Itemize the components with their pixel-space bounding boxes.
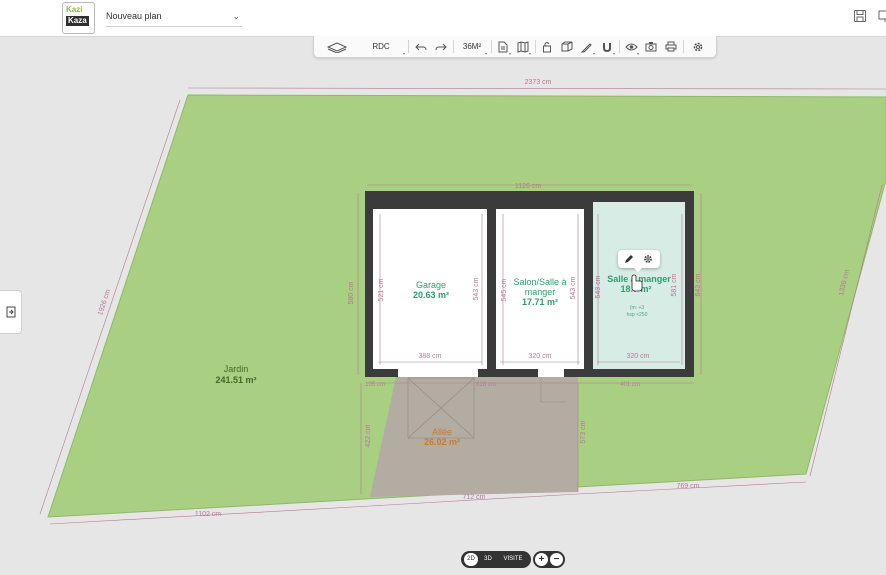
dim-house-bottom-mid: 618 cm [476,382,496,388]
map-button[interactable]: ▾ [514,36,532,57]
salle-extra-2: hsp <250 [627,312,648,318]
undo-icon [415,43,427,50]
save-icon[interactable] [853,9,867,23]
plan-canvas[interactable]: 2373 cm 1126 cm 1926 cm 1339 cm 580 cm 6… [0,0,886,575]
zoom-out-button[interactable]: − [550,553,563,566]
camera-icon [645,42,657,52]
gear-icon [644,255,652,263]
surface-label: 36M² [462,42,482,51]
cube-icon [561,41,573,51]
dim-terrain-bottom-mid: 712 cm [463,494,486,501]
measure-button[interactable]: ▾ [578,36,596,57]
surface-dropdown-icon: ▾ [484,51,487,56]
salle-extra-1: (m: +3 [630,305,645,311]
dim-terrain-left: 1926 cm [97,289,112,317]
toolbar-divider [453,40,454,53]
magnet-button[interactable]: ▾ [598,36,616,57]
chevron-down-icon: ⌄ [232,11,240,21]
print-icon [665,41,677,52]
pencil-icon [581,42,592,52]
map-icon [517,40,529,53]
jardin-name: Jardin [224,364,249,374]
entry-door-opening [538,369,564,377]
document-button[interactable]: ▾ [494,36,512,57]
garage-dim-h2: 543 cm [473,277,480,300]
eye-icon [624,43,638,50]
plan-toolbar: RDC ▾ 36M² ▾ ▾ ▾ ▾ ▾ ▾ [313,36,717,58]
plan-name-select[interactable]: Nouveau plan ⌄ [106,6,242,27]
surface-button[interactable]: 36M² ▾ [456,36,488,57]
salon-area: 17.71 m² [522,297,558,307]
logo-line1: Kazi [66,5,83,14]
print-button[interactable] [662,36,680,57]
toolbar-divider [683,40,684,53]
pencil-icon [625,255,633,263]
settings-button[interactable] [686,36,710,57]
salle-dim-h1: 543 cm [595,275,602,298]
garage-name: Garage [416,280,446,290]
salle-dim-width: 320 cm [627,353,650,360]
camera-button[interactable] [642,36,660,57]
zoom-in-button[interactable]: + [535,553,548,566]
logo-line2: Kaza [66,16,89,26]
dim-terrain-bottom-left: 1102 cm [195,511,221,518]
zoom-controls: + − [533,551,565,568]
room-context-popup [618,250,660,272]
undo-button[interactable] [412,36,430,57]
toolbar-divider [491,40,492,53]
dim-house-left: 580 cm [348,281,355,304]
view-3d-button[interactable]: 3D [481,553,495,566]
toolbar-divider [619,40,620,53]
document-icon [498,41,508,52]
top-bar: Kazi Kaza Nouveau plan ⌄ [0,0,886,37]
edit-room-button[interactable] [622,252,636,266]
dim-house-right: 643 cm [695,273,702,296]
level-select[interactable]: RDC ▾ [356,36,406,57]
salon-dim-h2: 543 cm [570,276,577,299]
room-settings-button[interactable] [641,252,655,266]
garage-dim-width: 388 cm [419,353,442,360]
panel-expand-icon [6,306,15,318]
redo-button[interactable] [432,36,450,57]
dim-allee-right: 573 cm [580,420,587,443]
allee-name: Allée [432,427,452,437]
redo-icon [435,43,447,50]
gear-icon [693,42,703,51]
lock-button[interactable] [538,36,556,57]
dim-terrain-top: 2373 cm [525,79,552,86]
salon-name-2: manger [525,287,556,297]
side-panel-toggle[interactable] [0,290,22,334]
dim-allee-left: 422 cm [365,424,372,447]
salle-dim-h2: 581 cm [671,273,678,296]
toolbar-divider [535,40,536,53]
salon-dim-h1: 545 cm [501,278,508,301]
app-logo[interactable]: Kazi Kaza [62,2,95,34]
level-label: RDC [372,42,390,51]
view-2d-button[interactable]: 2D [464,553,478,566]
view-visit-button[interactable]: VISITE [498,553,528,566]
garage-door-opening [398,369,478,377]
garage-dim-h1: 521 cm [378,278,385,301]
salon-dim-width: 320 cm [529,353,552,360]
magnet-icon [603,42,611,52]
dim-house-bottom-right: 401 cm [620,382,640,388]
lock-icon [543,41,551,52]
level-3d-button[interactable] [320,36,354,57]
dim-terrain-bottom-right: 769 cm [677,483,700,490]
level-dropdown-icon: ▾ [402,51,405,56]
garage-area: 20.63 m² [413,290,449,300]
view-mode-switch: 2D 3D VISITE [461,551,531,568]
visibility-button[interactable]: ▾ [622,36,640,57]
salon-name-1: Salon/Salle à [513,277,566,287]
dim-house-top: 1126 cm [515,183,541,190]
monitor-icon[interactable] [878,9,886,23]
object-3d-button[interactable] [558,36,576,57]
allee-area-label: 26.02 m² [424,437,460,447]
plan-name-value: Nouveau plan [106,11,162,21]
layers-icon [326,41,348,53]
jardin-area: 241.51 m² [215,375,256,385]
toolbar-divider [408,40,409,53]
dim-house-bottom-left: 105 cm [365,382,385,388]
